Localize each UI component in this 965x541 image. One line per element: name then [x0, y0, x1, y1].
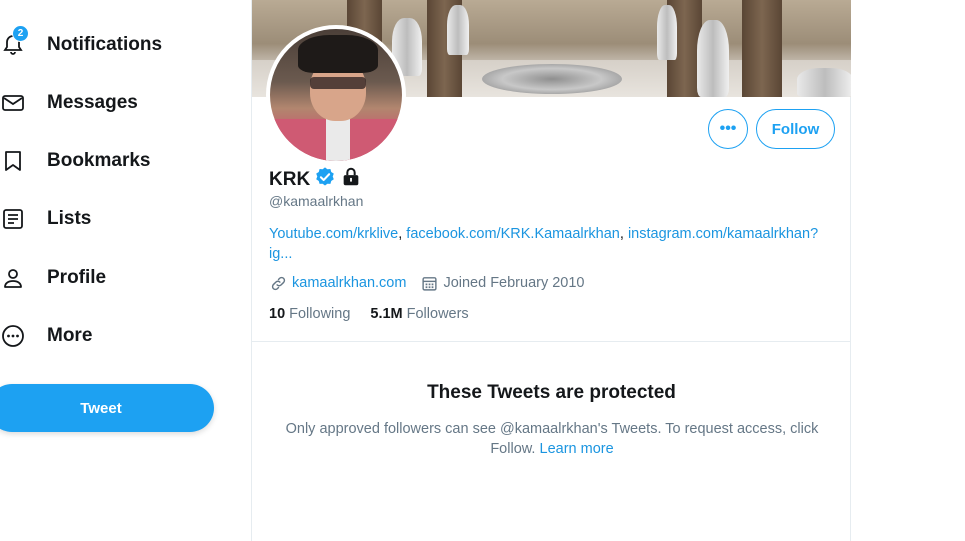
follow-button[interactable]: Follow — [756, 109, 835, 149]
sidebar-item-label: Notifications — [47, 34, 163, 55]
following-label: Following — [289, 306, 351, 322]
bio-link-facebook[interactable]: facebook.com/KRK.Kamaalrkhan — [406, 226, 620, 242]
profile-handle: @kamaalrkhan — [269, 193, 364, 209]
bio-separator: , — [619, 226, 628, 242]
following-count-link[interactable]: 10 Following — [269, 306, 350, 322]
sidebar-item-label: Profile — [47, 267, 107, 288]
sidebar-item-label: Lists — [47, 208, 92, 229]
calendar-icon — [420, 274, 438, 292]
sidebar-item-label: Messages — [47, 92, 138, 113]
learn-more-link[interactable]: Learn more — [540, 441, 614, 457]
profile-bio: Youtube.com/krklive, facebook.com/KRK.Ka… — [269, 224, 834, 264]
profile-name: KRK — [269, 168, 311, 190]
profile-avatar[interactable] — [266, 25, 406, 165]
profile-column: ••• Follow KRK @kamaalrkhan Youtube.com/… — [251, 0, 851, 541]
more-circle-icon — [0, 323, 26, 349]
protected-tweets-message: Only approved followers can see @kamaalr… — [277, 419, 827, 459]
profile-counts: 10 Following 5.1M Followers — [269, 306, 469, 322]
followers-count-link[interactable]: 5.1M Followers — [370, 306, 468, 322]
profile-meta: kamaalrkhan.com Joined February 2010 — [269, 274, 585, 292]
profile-name-row: KRK — [269, 166, 362, 193]
notification-count-badge: 2 — [12, 25, 29, 42]
followers-label: Followers — [406, 306, 469, 322]
list-icon — [0, 206, 26, 232]
section-divider — [252, 341, 851, 342]
followers-count: 5.1M — [370, 306, 403, 322]
profile-joined-date: Joined February 2010 — [443, 275, 585, 291]
more-options-button[interactable]: ••• — [708, 109, 748, 149]
person-icon — [0, 265, 26, 291]
sidebar: 2 Notifications Messages Bookmarks Lists… — [0, 0, 252, 541]
tweet-button[interactable]: Tweet — [0, 384, 214, 432]
following-count: 10 — [269, 306, 286, 322]
bookmark-icon — [0, 148, 26, 174]
envelope-icon — [0, 90, 26, 116]
sidebar-item-label: More — [47, 325, 93, 346]
bio-link-youtube[interactable]: Youtube.com/krklive — [269, 226, 398, 242]
verified-badge-icon — [314, 166, 336, 193]
protected-lock-icon — [340, 166, 362, 193]
protected-tweets-title: These Tweets are protected — [427, 382, 676, 403]
link-icon — [269, 274, 287, 292]
profile-website-link[interactable]: kamaalrkhan.com — [292, 275, 406, 291]
sidebar-item-label: Bookmarks — [47, 150, 151, 171]
